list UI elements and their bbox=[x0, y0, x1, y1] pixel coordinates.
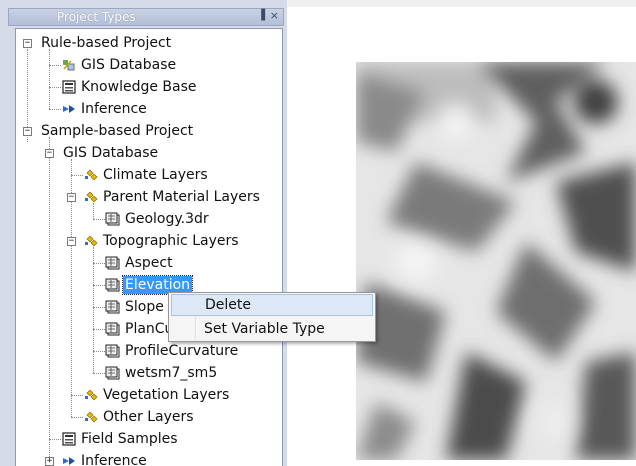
tree-node-other-layers[interactable]: Other Layers bbox=[83, 407, 196, 427]
collapse-rule-project-toggle[interactable]: − bbox=[23, 39, 32, 48]
collapse-topographic-toggle[interactable]: − bbox=[67, 237, 76, 246]
raster-layer-icon bbox=[105, 365, 121, 381]
layer-group-icon bbox=[83, 233, 99, 249]
tree-node-sample-gis-database[interactable]: GIS Database bbox=[61, 143, 160, 163]
collapse-gis-database-toggle[interactable]: − bbox=[45, 149, 54, 158]
tree-node-label: Aspect bbox=[125, 255, 173, 271]
tree-node-wetsm[interactable]: wetsm7_sm5 bbox=[105, 363, 219, 383]
raster-layer-icon bbox=[105, 321, 121, 337]
tree-node-label: Vegetation Layers bbox=[103, 387, 230, 403]
layer-group-icon bbox=[83, 167, 99, 183]
raster-layer-icon bbox=[105, 277, 121, 293]
tree-node-sample-inference[interactable]: Inference bbox=[61, 451, 149, 466]
tree-node-label: Topographic Layers bbox=[103, 233, 239, 249]
raster-layer-icon bbox=[105, 255, 121, 271]
panel-header: Project Types ▐ × bbox=[8, 8, 284, 26]
raster-layer-icon bbox=[105, 343, 121, 359]
project-types-panel: Project Types ▐ × − − − − − + Rule-based… bbox=[0, 0, 287, 466]
gis-database-icon bbox=[61, 57, 77, 73]
tree-node-rule-based-project[interactable]: Rule-based Project bbox=[39, 33, 173, 53]
layer-group-icon bbox=[83, 387, 99, 403]
tree-node-knowledge-base[interactable]: Knowledge Base bbox=[61, 77, 199, 97]
inference-icon bbox=[61, 453, 77, 466]
tree-node-label: wetsm7_sm5 bbox=[125, 365, 218, 381]
collapse-parent-material-toggle[interactable]: − bbox=[67, 193, 76, 202]
layer-group-icon bbox=[83, 409, 99, 425]
tree-node-rule-inference[interactable]: Inference bbox=[61, 99, 149, 119]
tree-node-profile-curvature[interactable]: ProfileCurvature bbox=[105, 341, 240, 361]
tree-node-label: Other Layers bbox=[103, 409, 194, 425]
elevation-raster-image bbox=[356, 62, 636, 460]
tree-node-label: Sample-based Project bbox=[41, 123, 194, 139]
tree-node-label: Inference bbox=[81, 453, 147, 466]
tree-node-geology[interactable]: Geology.3dr bbox=[105, 209, 211, 229]
context-menu: Delete Set Variable Type bbox=[168, 292, 376, 342]
expand-inference-toggle[interactable]: + bbox=[45, 457, 54, 466]
inference-icon bbox=[61, 101, 77, 117]
tree-node-field-samples[interactable]: Field Samples bbox=[61, 429, 180, 449]
tree-node-label: Parent Material Layers bbox=[103, 189, 260, 205]
tree-node-climate-layers[interactable]: Climate Layers bbox=[83, 165, 210, 185]
tree-node-label: Slope bbox=[125, 299, 164, 315]
knowledge-base-icon bbox=[61, 79, 77, 95]
tree-node-rule-gis-database[interactable]: GIS Database bbox=[61, 55, 178, 75]
collapse-sample-project-toggle[interactable]: − bbox=[23, 127, 32, 136]
panel-title: Project Types bbox=[57, 10, 136, 24]
pin-icon[interactable]: ▐ bbox=[257, 10, 265, 21]
delete-menu-item[interactable]: Delete bbox=[171, 294, 373, 316]
tree-node-label: Climate Layers bbox=[103, 167, 208, 183]
layer-group-icon bbox=[83, 189, 99, 205]
set-variable-type-menu-item[interactable]: Set Variable Type bbox=[171, 318, 373, 340]
tree-node-label: Field Samples bbox=[81, 431, 178, 447]
tree-node-label: Knowledge Base bbox=[81, 79, 197, 95]
tree-node-topographic-layers[interactable]: Topographic Layers bbox=[83, 231, 241, 251]
tree-node-label: Rule-based Project bbox=[41, 35, 172, 51]
tree-node-plan-curvature[interactable]: PlanCu bbox=[105, 319, 175, 339]
tree-node-label: GIS Database bbox=[81, 57, 177, 73]
project-tree: − − − − − + Rule-based Project GIS Datab… bbox=[15, 28, 283, 466]
tree-node-vegetation-layers[interactable]: Vegetation Layers bbox=[83, 385, 231, 405]
tree-node-label: GIS Database bbox=[63, 145, 159, 161]
tree-node-label: Inference bbox=[81, 101, 147, 117]
tree-node-slope[interactable]: Slope bbox=[105, 297, 166, 317]
tree-node-label: Geology.3dr bbox=[125, 211, 209, 227]
tree-node-aspect[interactable]: Aspect bbox=[105, 253, 175, 273]
raster-layer-icon bbox=[105, 211, 121, 227]
raster-layer-icon bbox=[105, 299, 121, 315]
close-icon[interactable]: × bbox=[270, 9, 279, 22]
tree-node-label: ProfileCurvature bbox=[125, 343, 239, 359]
tree-node-parent-material-layers[interactable]: Parent Material Layers bbox=[83, 187, 262, 207]
field-samples-icon bbox=[61, 431, 77, 447]
tree-node-sample-based-project[interactable]: Sample-based Project bbox=[39, 121, 195, 141]
